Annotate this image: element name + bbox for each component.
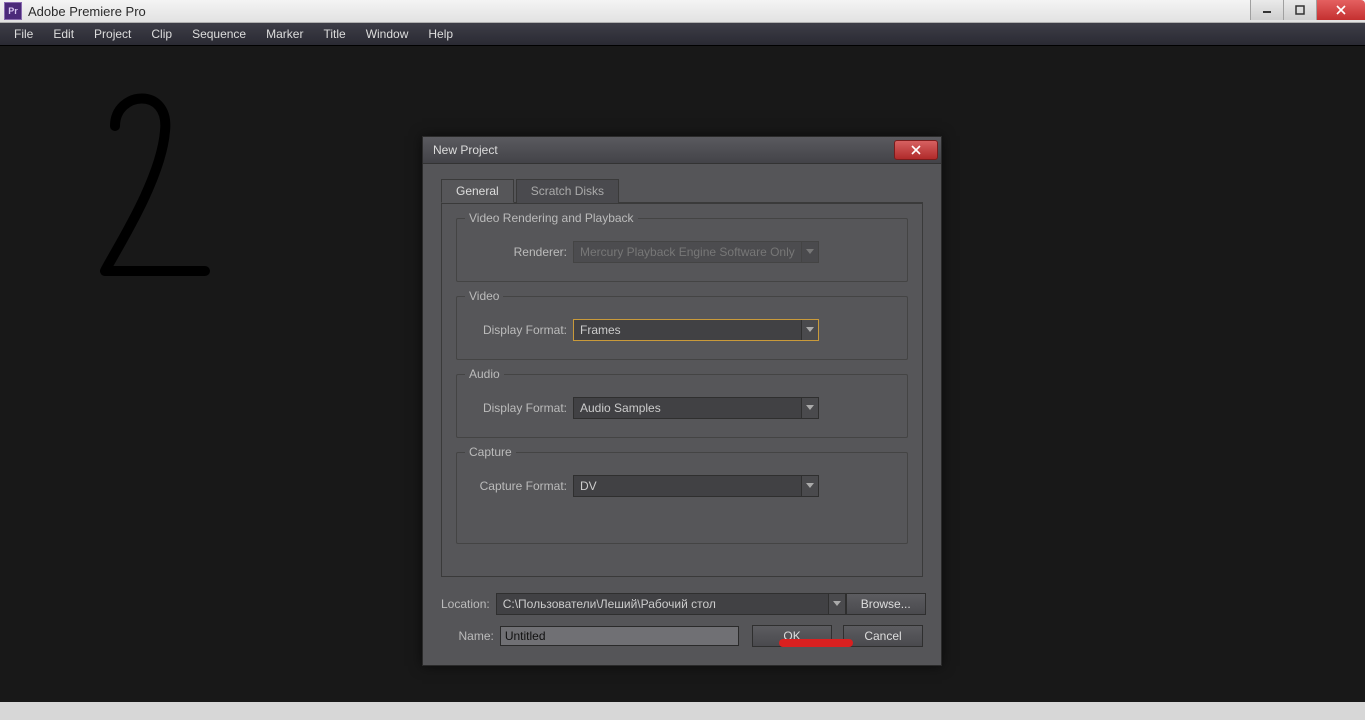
dialog-tabs: General Scratch Disks xyxy=(441,178,923,203)
menu-file[interactable]: File xyxy=(4,25,43,43)
label-renderer: Renderer: xyxy=(471,245,567,259)
chevron-down-icon[interactable] xyxy=(801,476,818,496)
menu-edit[interactable]: Edit xyxy=(43,25,84,43)
menu-window[interactable]: Window xyxy=(356,25,419,43)
renderer-select: Mercury Playback Engine Software Only xyxy=(573,241,819,263)
minimize-button[interactable] xyxy=(1250,0,1283,20)
chevron-down-icon xyxy=(801,242,818,262)
new-project-dialog: New Project General Scratch Disks Video … xyxy=(422,136,942,666)
dialog-bottom: Location: C:\Пользователи\Леший\Рабочий … xyxy=(441,577,923,647)
window-controls xyxy=(1250,0,1365,20)
menu-title[interactable]: Title xyxy=(313,25,355,43)
app-logo-icon: Pr xyxy=(4,2,22,20)
annotation-mark xyxy=(85,71,245,311)
location-select[interactable]: C:\Пользователи\Леший\Рабочий стол xyxy=(496,593,846,615)
app-title: Adobe Premiere Pro xyxy=(28,4,146,19)
label-name: Name: xyxy=(441,629,494,643)
close-button[interactable] xyxy=(1316,0,1365,20)
label-video-display-format: Display Format: xyxy=(471,323,567,337)
name-input[interactable]: Untitled xyxy=(500,626,740,646)
chevron-down-icon[interactable] xyxy=(828,594,845,614)
legend-video: Video xyxy=(465,289,503,303)
dialog-title: New Project xyxy=(423,143,498,157)
menu-marker[interactable]: Marker xyxy=(256,25,313,43)
dialog-close-button[interactable] xyxy=(894,140,938,160)
menu-sequence[interactable]: Sequence xyxy=(182,25,256,43)
fieldset-audio: Audio Display Format: Audio Samples xyxy=(456,374,908,438)
tab-scratch-disks[interactable]: Scratch Disks xyxy=(516,179,619,203)
maximize-button[interactable] xyxy=(1283,0,1316,20)
renderer-select-value: Mercury Playback Engine Software Only xyxy=(580,245,795,259)
chevron-down-icon[interactable] xyxy=(801,398,818,418)
app-titlebar: Pr Adobe Premiere Pro xyxy=(0,0,1365,23)
fieldset-video: Video Display Format: Frames xyxy=(456,296,908,360)
menu-clip[interactable]: Clip xyxy=(141,25,182,43)
label-location: Location: xyxy=(441,597,490,611)
audio-display-format-value: Audio Samples xyxy=(580,401,661,415)
workspace: New Project General Scratch Disks Video … xyxy=(0,46,1365,702)
general-panel: Video Rendering and Playback Renderer: M… xyxy=(441,203,923,577)
menubar: File Edit Project Clip Sequence Marker T… xyxy=(0,23,1365,46)
legend-audio: Audio xyxy=(465,367,504,381)
capture-format-value: DV xyxy=(580,479,597,493)
label-capture-format: Capture Format: xyxy=(471,479,567,493)
cancel-button[interactable]: Cancel xyxy=(843,625,923,647)
label-audio-display-format: Display Format: xyxy=(471,401,567,415)
audio-display-format-select[interactable]: Audio Samples xyxy=(573,397,819,419)
menu-help[interactable]: Help xyxy=(418,25,463,43)
legend-capture: Capture xyxy=(465,445,516,459)
annotation-underline xyxy=(779,639,853,647)
menu-project[interactable]: Project xyxy=(84,25,141,43)
legend-video-rendering: Video Rendering and Playback xyxy=(465,211,638,225)
dialog-titlebar[interactable]: New Project xyxy=(423,137,941,164)
browse-button[interactable]: Browse... xyxy=(846,593,926,615)
tab-general[interactable]: General xyxy=(441,179,514,203)
close-icon xyxy=(911,145,921,155)
capture-format-select[interactable]: DV xyxy=(573,475,819,497)
fieldset-video-rendering: Video Rendering and Playback Renderer: M… xyxy=(456,218,908,282)
chevron-down-icon[interactable] xyxy=(801,320,818,340)
location-value: C:\Пользователи\Леший\Рабочий стол xyxy=(503,597,716,611)
desktop-strip xyxy=(0,702,1365,720)
video-display-format-select[interactable]: Frames xyxy=(573,319,819,341)
video-display-format-value: Frames xyxy=(580,323,621,337)
fieldset-capture: Capture Capture Format: DV xyxy=(456,452,908,544)
